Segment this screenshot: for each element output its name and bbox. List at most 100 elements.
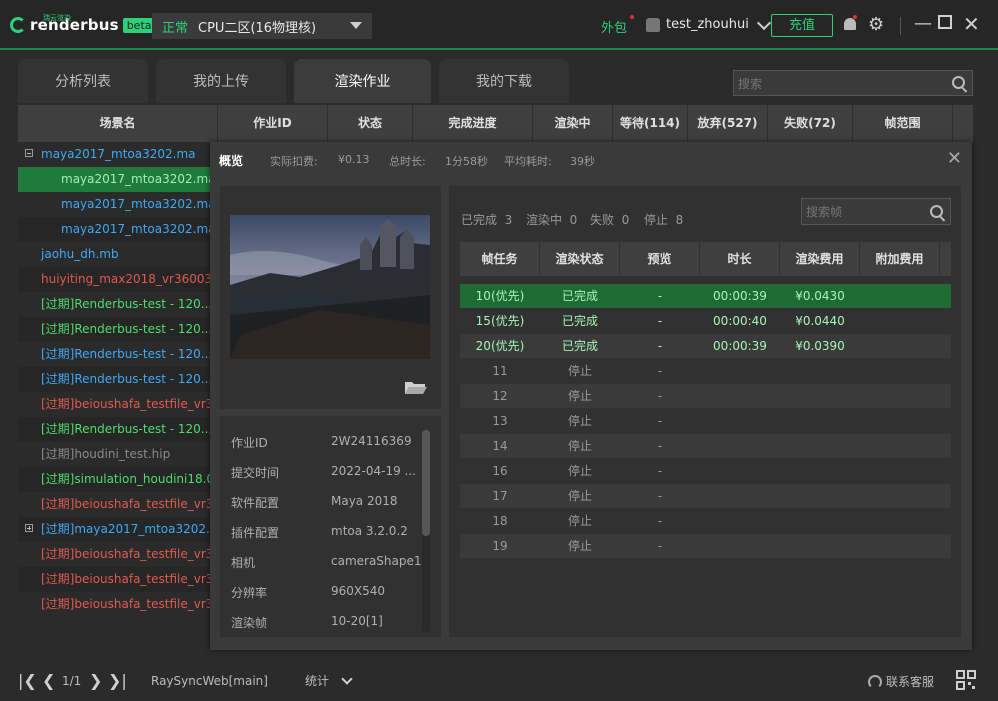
frame-cell-preview[interactable]: - [620,309,700,333]
fcol-frame[interactable]: 帧任务 [460,242,540,276]
frame-row[interactable]: 16 停止 - [460,459,951,483]
job-search-box[interactable] [733,70,973,97]
job-row[interactable]: huiyiting_max2018_vr36003... [18,267,210,292]
frame-cell-preview[interactable]: - [620,284,700,308]
job-name: [过期]Renderbus-test - 120.... [41,322,210,336]
first-page-icon[interactable]: |❮ [18,672,37,690]
tab-my-downloads[interactable]: 我的下载 [439,59,569,103]
tab-analysis-list[interactable]: 分析列表 [18,59,148,103]
frame-row[interactable]: 18 停止 - [460,509,951,533]
render-zone-dropdown[interactable]: 正常 CPU二区(16物理核) [152,13,372,39]
user-menu[interactable]: test_zhouhui [646,15,771,32]
job-row[interactable]: [过期]beioushafa_testfile_vr3... [18,592,210,617]
frame-row[interactable]: 19 停止 - [460,534,951,558]
collapse-icon[interactable] [25,149,33,157]
job-name: maya2017_mtoa3202.ma... [61,197,210,211]
fcol-status[interactable]: 渲染状态 [540,242,620,276]
job-row[interactable]: maya2017_mtoa3202.ma [18,142,210,167]
frame-row[interactable]: 10(优先) 已完成 -00:00:39 ¥0.0430 [460,284,951,308]
frame-cell-preview[interactable]: - [620,484,700,508]
frame-cell-frame: 12 [492,389,508,403]
frame-cell-preview[interactable]: - [620,359,700,383]
col-waiting[interactable]: 等待(114) [613,105,688,142]
job-row[interactable]: [过期]beioushafa_testfile_vr3... [18,567,210,592]
job-row[interactable]: [过期]beioushafa_testfile_vr3... [18,542,210,567]
frame-cell-status: 停止 [567,514,592,528]
job-name: [过期]beioushafa_testfile_vr3... [41,597,210,611]
col-frame-range[interactable]: 帧范围 [853,105,953,142]
next-page-icon[interactable]: ❯ [89,672,102,690]
expand-icon[interactable] [25,524,33,532]
col-scene-name[interactable]: 场景名 [18,105,218,142]
fcol-render-cost[interactable]: 渲染费用 [780,242,860,276]
job-row[interactable]: [过期]houdini_test.hip [18,442,210,467]
job-name: [过期]Renderbus-test - 120.... [41,347,210,361]
job-row[interactable]: [过期]simulation_houdini18.0... [18,467,210,492]
col-rendering[interactable]: 渲染中 [533,105,613,142]
job-row[interactable]: [过期]maya2017_mtoa3202... [18,517,210,542]
frame-cell-preview[interactable]: - [620,534,700,558]
job-name: maya2017_mtoa3202.ma [41,147,196,161]
frame-row[interactable]: 17 停止 - [460,484,951,508]
frame-cell-preview[interactable]: - [620,434,700,458]
job-row[interactable]: [过期]beioushafa_testfile_vr3... [18,492,210,517]
close-icon[interactable]: ✕ [963,14,980,34]
frame-cell-preview[interactable]: - [620,509,700,533]
job-row[interactable]: [过期]Renderbus-test - 120.... [18,317,210,342]
bell-icon[interactable] [844,18,856,30]
frame-cell-status: 停止 [567,389,592,403]
search-icon[interactable] [952,76,965,89]
job-row[interactable]: [过期]Renderbus-test - 120.... [18,367,210,392]
frame-row[interactable]: 14 停止 - [460,434,951,458]
job-row[interactable]: maya2017_mtoa3202.ma... [18,167,210,192]
fcol-duration[interactable]: 时长 [700,242,780,276]
headset-icon [868,674,882,689]
fcol-extra-cost[interactable]: 附加费用 [860,242,940,276]
job-row[interactable]: [过期]beioushafa_testfile_vr3... [18,392,210,417]
frame-row[interactable]: 12 停止 - [460,384,951,408]
frame-cell-preview[interactable]: - [620,459,700,483]
frame-cell-frame: 19 [492,539,508,553]
frame-search-box[interactable] [801,198,951,225]
frame-row[interactable]: 15(优先) 已完成 -00:00:40 ¥0.0440 [460,309,951,333]
prev-page-icon[interactable]: ❮ [42,672,55,690]
frame-cell-duration: 00:00:40 [713,314,767,328]
customer-service-link[interactable]: 联系客服 [868,673,934,690]
info-scrollbar-thumb[interactable] [422,430,430,536]
minimize-icon[interactable]: — [914,14,932,34]
last-page-icon[interactable]: ❯| [108,672,127,690]
job-row[interactable]: [过期]Renderbus-test - 120.... [18,342,210,367]
gear-icon[interactable]: ⚙ [868,16,884,34]
qr-code-icon[interactable] [956,670,976,690]
job-row[interactable]: maya2017_mtoa3202.ma... [18,192,210,217]
col-failed[interactable]: 失败(72) [768,105,853,142]
render-thumbnail[interactable] [230,215,430,359]
col-progress[interactable]: 完成进度 [413,105,533,142]
frame-search-icon[interactable] [930,205,943,218]
frame-row[interactable]: 11 停止 - [460,359,951,383]
recharge-button[interactable]: 充值 [771,14,833,37]
fcol-preview[interactable]: 预览 [620,242,700,276]
job-row[interactable]: [过期]Renderbus-test - 120.... [18,417,210,442]
job-search-input[interactable] [734,71,940,97]
job-row[interactable]: [过期]Renderbus-test - 120.... [18,292,210,317]
tab-my-uploads[interactable]: 我的上传 [156,59,286,103]
frame-row[interactable]: 20(优先) 已完成 -00:00:39 ¥0.0390 [460,334,951,358]
frame-row[interactable]: 13 停止 - [460,409,951,433]
frame-cell-preview[interactable]: - [620,334,700,358]
close-overview-icon[interactable]: ✕ [947,148,962,169]
col-abandoned[interactable]: 放弃(527) [688,105,768,142]
maximize-icon[interactable] [938,15,952,29]
frame-cell-preview[interactable]: - [620,409,700,433]
job-row[interactable]: maya2017_mtoa3202.ma... [18,217,210,242]
job-row[interactable]: jaohu_dh.mb [18,242,210,267]
tab-render-jobs[interactable]: 渲染作业 [294,59,431,103]
open-folder-icon[interactable] [404,379,428,395]
stats-dropdown[interactable]: 统计 [305,672,353,689]
frame-cell-preview[interactable]: - [620,384,700,408]
col-status[interactable]: 状态 [328,105,413,142]
frame-search-input[interactable] [802,199,918,225]
col-job-id[interactable]: 作业ID [218,105,328,142]
info-scrollbar[interactable] [422,430,430,632]
outsource-link[interactable]: 外包 [601,17,627,36]
